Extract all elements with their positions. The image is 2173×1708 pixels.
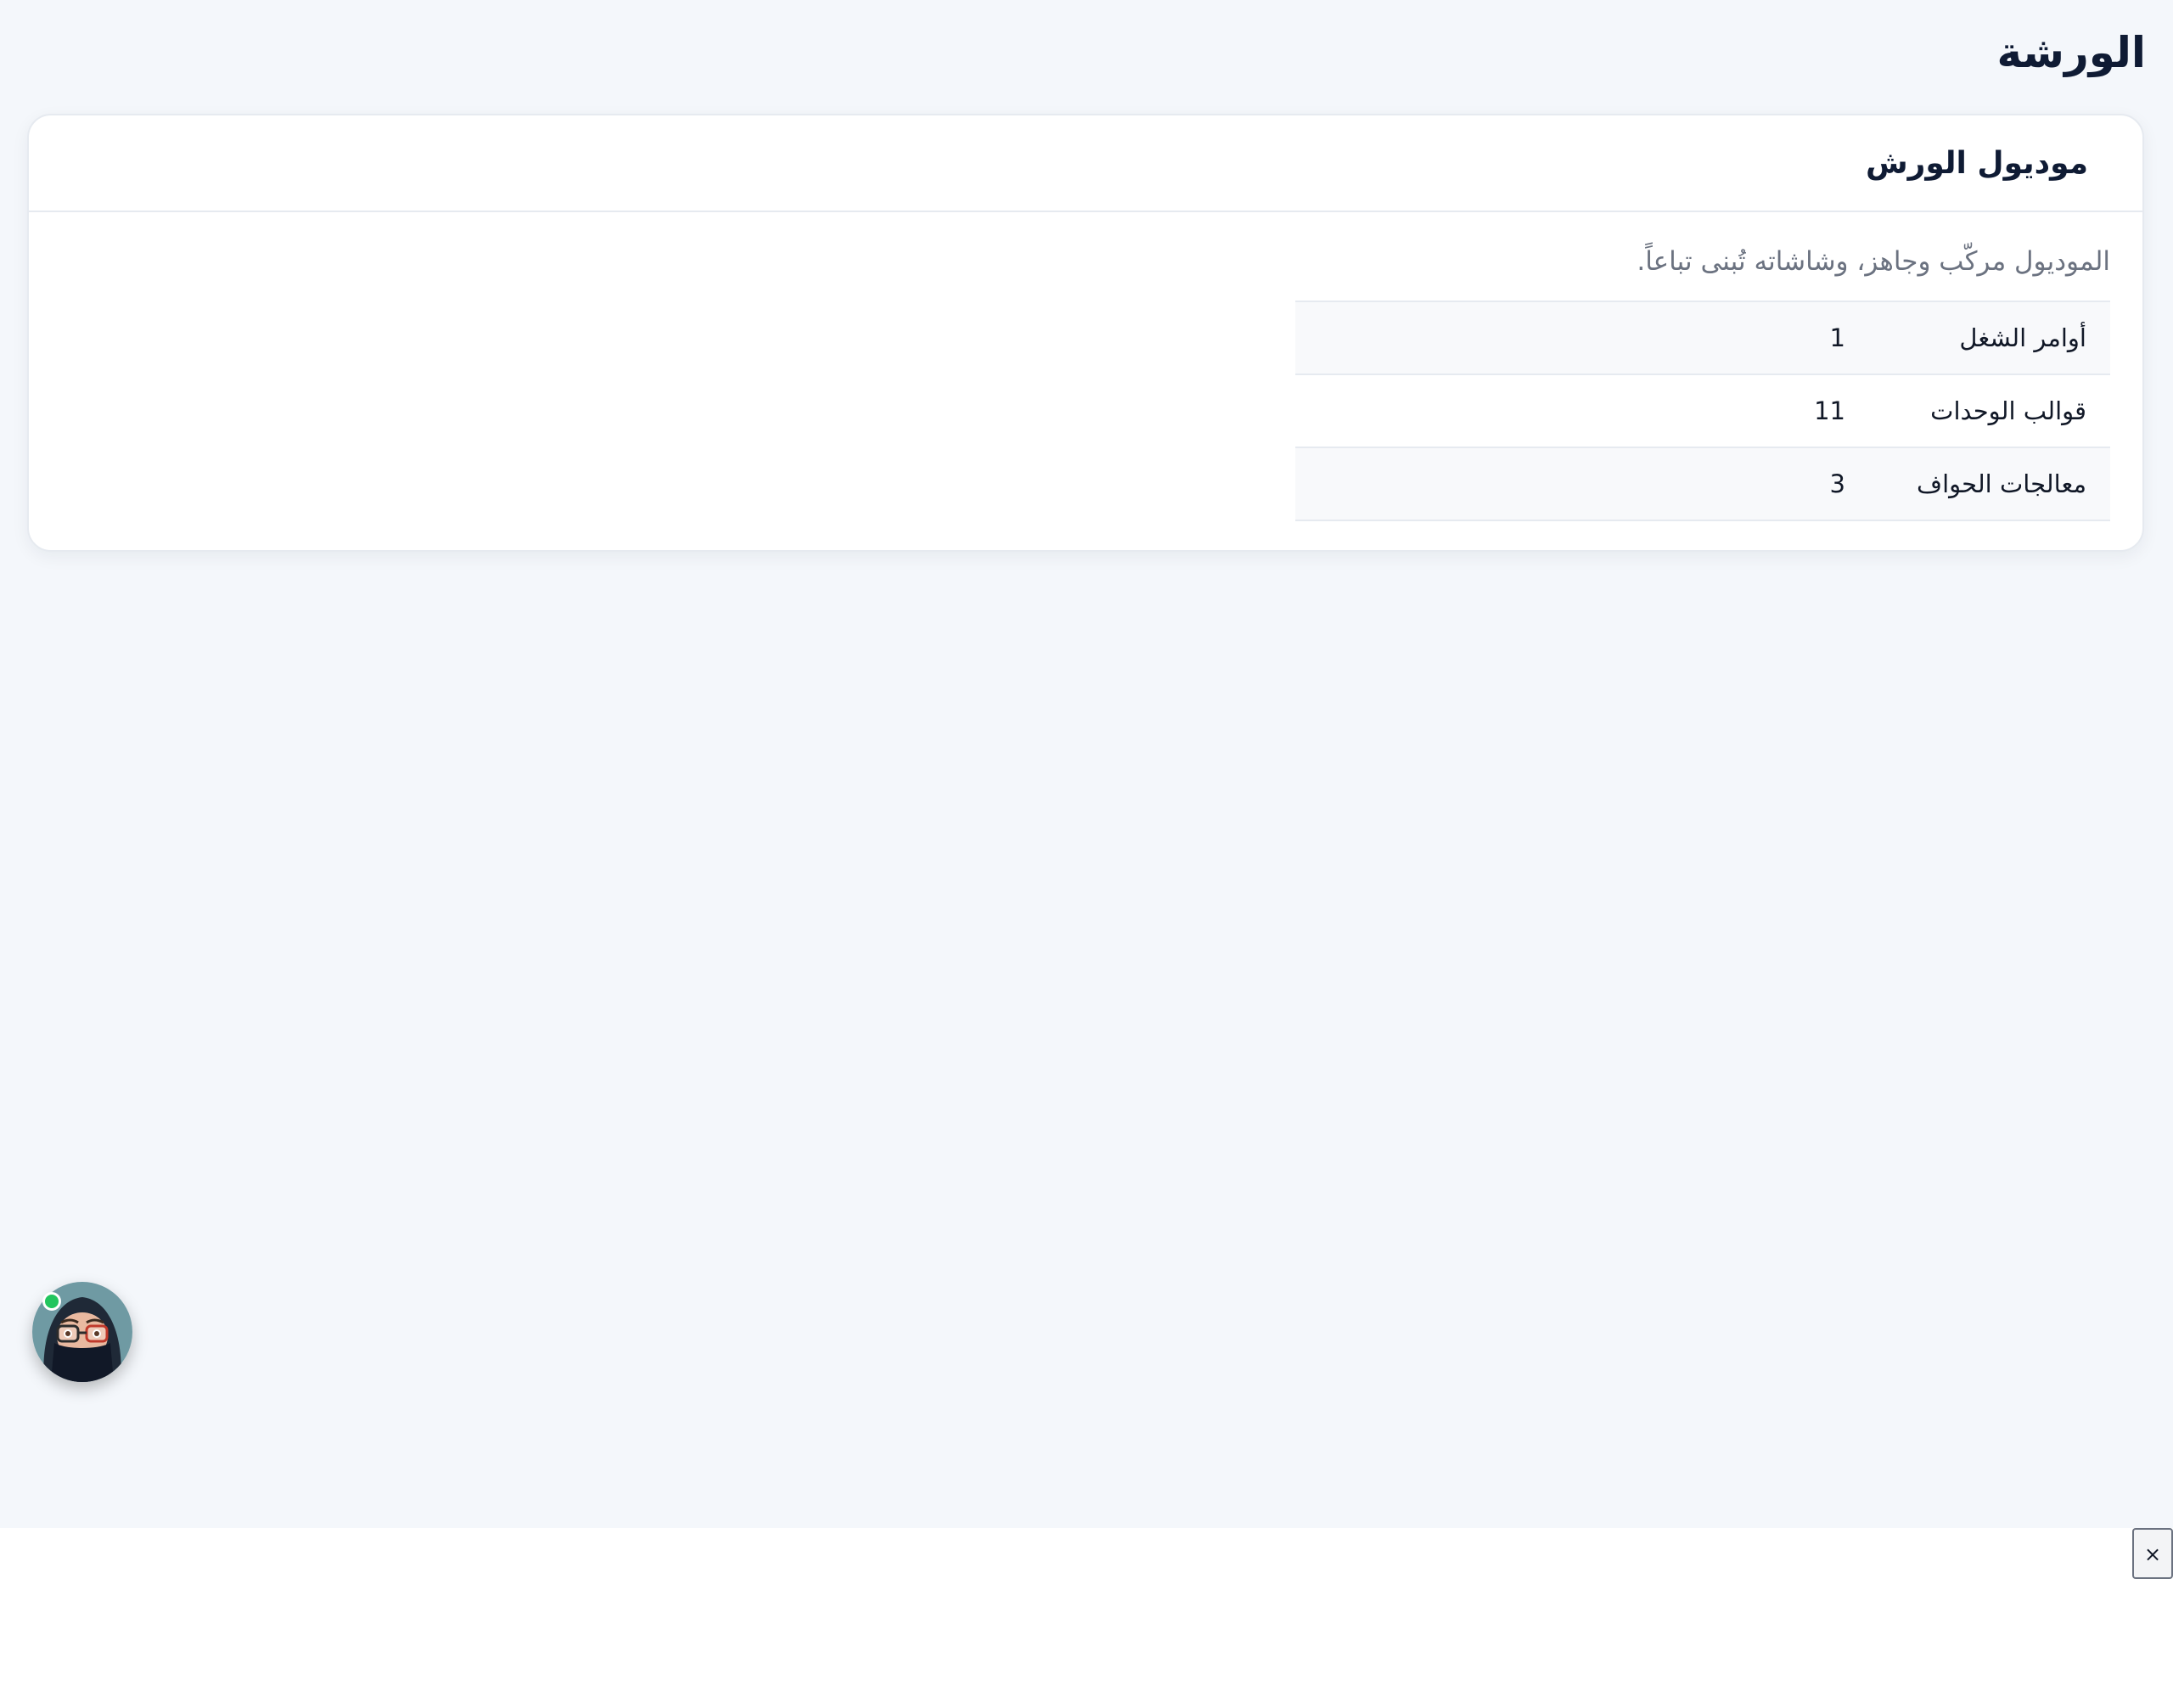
workshop-module-card: موديول الورش الموديول مركّب وجاهز، وشاشا…	[27, 114, 2144, 552]
table-row: قوالب الوحدات 11	[1295, 374, 2110, 447]
card-header: موديول الورش	[29, 115, 2142, 212]
page-title: الورشة	[1996, 28, 2146, 77]
table-row: أوامر الشغل 1	[1295, 301, 2110, 374]
row-label: أوامر الشغل	[1959, 323, 2086, 352]
card-title: موديول الورش	[1865, 145, 2088, 181]
stats-table: أوامر الشغل 1 قوالب الوحدات 11 معالجات ا…	[1295, 301, 2110, 521]
row-value: 1	[1829, 323, 1845, 352]
card-description: الموديول مركّب وجاهز، وشاشاته تُبنى تباع…	[1637, 246, 2110, 277]
row-value: 3	[1829, 469, 1845, 498]
row-value: 11	[1814, 396, 1845, 425]
table-row: معالجات الحواف 3	[1295, 447, 2110, 520]
card-body: الموديول مركّب وجاهز، وشاشاته تُبنى تباع…	[29, 212, 2142, 521]
row-label: قوالب الوحدات	[1930, 396, 2086, 425]
app-area: الورشة موديول الورش الموديول مركّب وجاهز…	[0, 0, 2173, 1528]
close-button[interactable]: ×	[2132, 1528, 2173, 1579]
row-label: معالجات الحواف	[1917, 469, 2086, 498]
assistant-avatar-button[interactable]	[32, 1282, 132, 1382]
online-status-dot	[42, 1292, 61, 1311]
